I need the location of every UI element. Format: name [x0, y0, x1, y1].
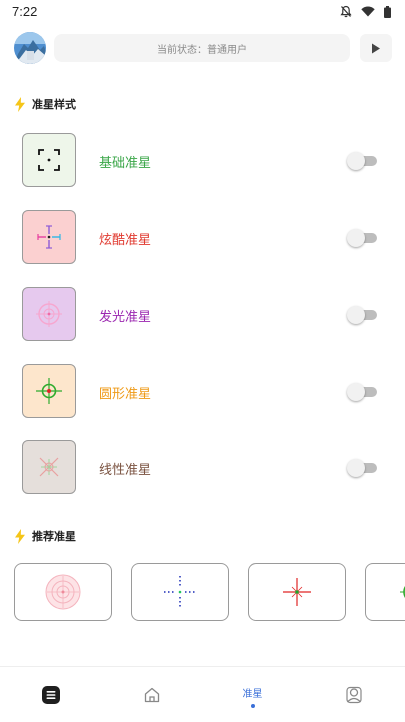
- glow-crosshair-icon: [36, 301, 62, 327]
- crosshair-thumb-glow[interactable]: [22, 287, 76, 341]
- user-status-text: 当前状态：普通用户: [157, 44, 247, 56]
- crosshair-thumb-cool[interactable]: [22, 210, 76, 264]
- section-title-styles: 准星样式: [32, 98, 76, 111]
- crosshair-label-cool: 炫酷准星: [99, 233, 152, 248]
- bottom-navigation: 准星: [0, 666, 405, 721]
- nav-home[interactable]: [101, 667, 202, 722]
- green-ring-crosshair-icon: [400, 586, 405, 598]
- lightning-icon: [15, 528, 25, 544]
- status-bar: 7:22: [0, 0, 405, 24]
- app-logo-icon: [41, 685, 60, 704]
- section-title-recommended: 推荐准星: [32, 530, 76, 543]
- section-crosshair-styles: 准星样式: [14, 96, 76, 112]
- basic-crosshair-icon: [38, 149, 60, 171]
- crosshair-label-circle: 圆形准星: [99, 387, 152, 402]
- user-status-pill: 当前状态：普通用户: [54, 34, 350, 62]
- recommended-card-1[interactable]: [14, 563, 112, 621]
- bell-off-icon: [340, 5, 352, 18]
- recommended-carousel[interactable]: [0, 563, 405, 623]
- toggle-cool[interactable]: [347, 229, 377, 247]
- recommended-card-3[interactable]: [248, 563, 346, 621]
- crosshair-label-basic: 基础准星: [99, 156, 152, 171]
- toggle-basic[interactable]: [347, 152, 377, 170]
- dotted-cross-crosshair-icon: [164, 576, 196, 608]
- crosshair-row-cool: 炫酷准星: [0, 210, 405, 266]
- play-icon: [372, 43, 380, 53]
- battery-icon: [384, 5, 391, 18]
- top-bar: 当前状态：普通用户: [0, 30, 405, 68]
- section-recommended: 推荐准星: [14, 528, 76, 544]
- crosshair-thumb-basic[interactable]: [22, 133, 76, 187]
- crosshair-row-glow: 发光准星: [0, 287, 405, 343]
- recommended-card-2[interactable]: [131, 563, 229, 621]
- crosshair-label-linear: 线性准星: [99, 463, 152, 478]
- toggle-circle[interactable]: [347, 383, 377, 401]
- pink-target-crosshair-icon: [45, 574, 81, 610]
- wifi-icon: [361, 6, 375, 17]
- lightning-icon: [15, 96, 25, 112]
- recommended-card-4[interactable]: [365, 563, 405, 621]
- home-icon: [144, 687, 159, 702]
- nav-crosshair[interactable]: 准星: [202, 667, 303, 722]
- crosshair-label-glow: 发光准星: [99, 310, 152, 325]
- avatar[interactable]: [14, 32, 46, 64]
- profile-icon: [345, 686, 362, 703]
- status-time: 7:22: [12, 4, 38, 19]
- toggle-glow[interactable]: [347, 306, 377, 324]
- crosshair-row-circle: 圆形准星: [0, 364, 405, 420]
- nav-profile[interactable]: [303, 667, 404, 722]
- star-crosshair-icon: [283, 578, 311, 606]
- crosshair-thumb-linear[interactable]: [22, 440, 76, 494]
- crosshair-row-basic: 基础准星: [0, 133, 405, 189]
- circle-crosshair-icon: [36, 378, 62, 404]
- linear-crosshair-icon: [39, 457, 59, 477]
- play-button[interactable]: [360, 34, 392, 62]
- crosshair-row-linear: 线性准星: [0, 440, 405, 496]
- cool-crosshair-icon: [37, 225, 61, 249]
- nav-active-indicator: [250, 704, 255, 708]
- toggle-linear[interactable]: [347, 459, 377, 477]
- nav-crosshair-label: 准星: [242, 689, 263, 700]
- nav-app-logo[interactable]: [0, 667, 101, 722]
- crosshair-thumb-circle[interactable]: [22, 364, 76, 418]
